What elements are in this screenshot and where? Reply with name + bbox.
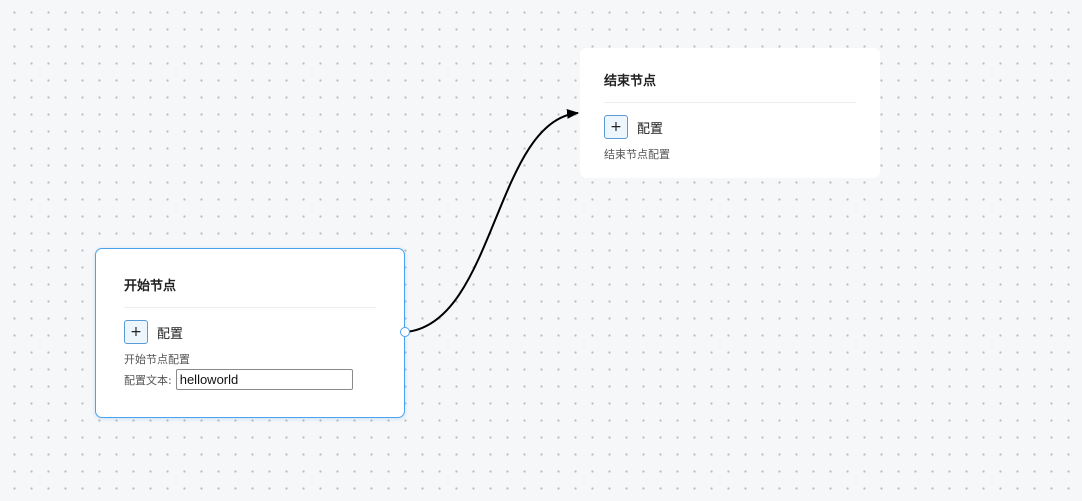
config-text-label: 配置文本:: [124, 373, 172, 387]
config-row: + 配置: [124, 320, 376, 344]
divider: [604, 102, 856, 103]
node-title: 结束节点: [604, 74, 657, 89]
divider: [124, 307, 376, 308]
config-label: 配置: [637, 121, 664, 137]
config-text-field-row: 配置文本:: [124, 369, 376, 390]
node-description: 结束节点配置: [604, 148, 670, 161]
add-config-button[interactable]: +: [124, 320, 148, 344]
edge-start-to-end[interactable]: [404, 108, 579, 333]
start-node[interactable]: 开始节点 + 配置 开始节点配置 配置文本:: [95, 248, 410, 418]
flow-canvas[interactable]: 开始节点 + 配置 开始节点配置 配置文本: 结束节点 + 配置 结束节点配置: [0, 0, 1082, 501]
config-text-input[interactable]: [175, 369, 353, 390]
config-label: 配置: [157, 326, 184, 342]
end-node[interactable]: 结束节点 + 配置 结束节点配置: [580, 48, 880, 178]
node-description: 开始节点配置: [124, 353, 190, 366]
output-port[interactable]: [400, 327, 410, 337]
node-title: 开始节点: [124, 279, 177, 294]
config-row: + 配置: [604, 115, 856, 139]
add-config-button[interactable]: +: [604, 115, 628, 139]
